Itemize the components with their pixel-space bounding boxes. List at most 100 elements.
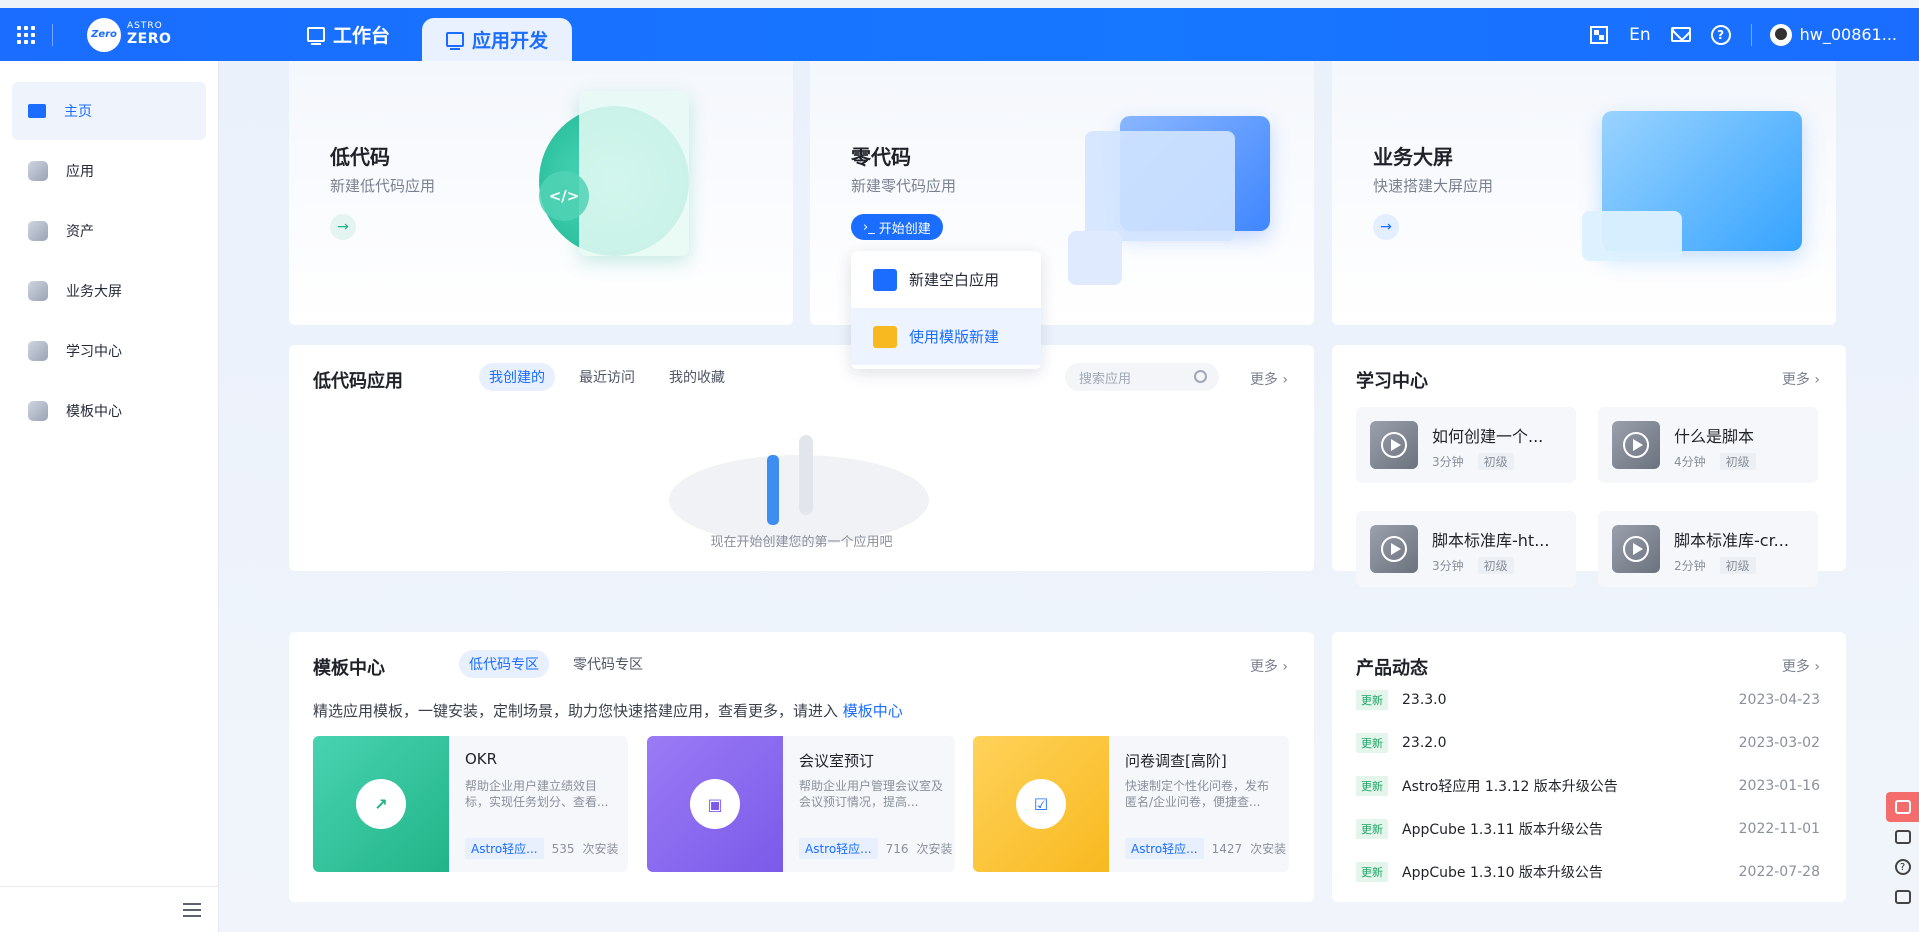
duration: 2分钟 [1674,559,1706,573]
learning-title: 什么是脚本 [1674,427,1755,446]
sidebar-item-label: 资产 [66,224,94,240]
panel-title: 模板中心 [313,658,385,679]
hero-subtitle: 快速搭建大屏应用 [1373,177,1494,195]
help-icon: ? [1710,24,1731,45]
template-center-link[interactable]: 模板中心 [843,702,903,720]
feedback-button[interactable] [1886,792,1919,822]
language-switch[interactable]: En [1629,25,1651,45]
news-item[interactable]: 更新 23.2.0 2023-03-02 [1356,729,1820,757]
update-badge: 更新 [1356,690,1388,710]
vendor-badge: Astro轻应... [799,838,878,859]
search-input[interactable]: 搜索应用 [1065,363,1219,391]
avatar [1769,23,1792,46]
sidebar-item-home[interactable]: 主页 [12,82,206,140]
sidebar-item-dashboard[interactable]: 业务大屏 [12,262,206,320]
tab-nocode-zone[interactable]: 零代码专区 [563,650,653,678]
empty-state-text: 现在开始创建您的第一个应用吧 [710,535,893,550]
install-unit: 次安装 [582,842,619,856]
divider [52,23,53,46]
arrow-right-icon[interactable]: → [1373,214,1399,240]
lowcode-apps-panel: 低代码应用 我创建的 最近访问 我的收藏 搜索应用 更多 › 现在开始创建您的第… [289,345,1314,571]
tab-created[interactable]: 我创建的 [479,363,555,391]
template-card-okr[interactable]: ↗ OKR 帮助企业用户建立绩效目标，实现任务划分、查看... Astro轻应.… [313,736,628,872]
grid-tile-illustration [1068,231,1122,285]
code-bracket-icon: </> [539,171,589,221]
learning-card[interactable]: 什么是脚本 4分钟 初级 [1598,407,1818,483]
hero-card-lowcode[interactable]: </> 低代码 新建低代码应用 → [289,61,793,325]
hero-card-dashboard[interactable]: 业务大屏 快速搭建大屏应用 → [1332,61,1836,325]
news-title: Astro轻应用 1.3.12 版本升级公告 [1402,779,1618,795]
level-badge: 初级 [1719,453,1756,470]
learning-card[interactable]: 脚本标准库-cr... 2分钟 初级 [1598,511,1818,587]
search-icon [1194,370,1207,383]
news-item[interactable]: 更新 Astro轻应用 1.3.12 版本升级公告 2023-01-16 [1356,772,1820,800]
user-menu[interactable]: hw_00861... [1750,23,1897,46]
panel-title: 学习中心 [1356,371,1428,392]
tab-lowcode-zone[interactable]: 低代码专区 [459,650,549,678]
more-link[interactable]: 更多 › [1250,369,1288,389]
mail-button[interactable] [1670,25,1691,45]
qr-code-button[interactable] [1589,25,1609,45]
learning-title: 脚本标准库-cr... [1674,531,1789,550]
install-unit: 次安装 [1250,842,1287,856]
tab-workbench[interactable]: 工作台 [287,8,410,61]
sidebar-item-templates[interactable]: 模板中心 [12,382,206,440]
grid-icon [17,25,35,44]
tab-workbench-label: 工作台 [333,25,391,47]
learning-card[interactable]: 脚本标准库-ht... 3分钟 初级 [1356,511,1576,587]
username: hw_00861... [1799,25,1897,44]
monitor-icon [307,27,325,45]
help-float-button[interactable]: ? [1886,852,1919,882]
sidebar-item-learning[interactable]: 学习中心 [12,322,206,380]
news-title: 23.3.0 [1402,692,1447,708]
templates-panel: 模板中心 低代码专区 零代码专区 更多 › 精选应用模板，一键安装，定制场景，助… [289,632,1314,902]
template-art: ☑ [973,736,1109,872]
menu-item-from-template[interactable]: 使用模版新建 [851,308,1041,365]
learning-card[interactable]: 如何创建一个... 3分钟 初级 [1356,407,1576,483]
tab-app-dev-label: 应用开发 [472,30,549,52]
stat-card-illustration [1582,211,1682,261]
more-link[interactable]: 更多 › [1782,369,1820,389]
tab-app-dev[interactable]: 应用开发 [422,18,573,61]
template-card-survey[interactable]: ☑ 问卷调查[高阶] 快速制定个性化问卷，发布匿名/企业问卷，便捷查... As… [973,736,1289,872]
sidebar-item-apps[interactable]: 应用 [12,142,206,200]
sidebar-item-label: 模板中心 [66,404,122,420]
start-create-button[interactable]: ›_ 开始创建 [851,214,943,240]
apps-icon [28,161,48,181]
home-icon [28,104,46,118]
more-link[interactable]: 更多 › [1782,656,1820,676]
more-link[interactable]: 更多 › [1250,656,1288,676]
tab-recent[interactable]: 最近访问 [569,363,645,391]
template-art: ↗ [313,736,449,872]
product-news-panel: 产品动态 更多 › 更新 23.3.0 2023-04-23 更新 23.2.0 202… [1332,632,1846,902]
edit-float-button[interactable] [1886,882,1919,912]
hero-subtitle: 新建零代码应用 [851,177,957,195]
level-badge: 初级 [1477,453,1514,470]
sidebar-item-label: 主页 [64,104,92,120]
sidebar-footer [0,886,219,932]
intro-text: 精选应用模板，一键安装，定制场景，助力您快速搭建应用，查看更多，请进入 [313,702,839,720]
template-name: OKR [465,750,498,768]
video-thumbnail [1612,525,1660,573]
template-art: ▣ [647,736,783,872]
logo[interactable]: Zero ASTRO ZERO [87,17,237,52]
sidebar-item-assets[interactable]: 资产 [12,202,206,260]
sidebar-item-label: 学习中心 [66,344,122,360]
tab-favorites[interactable]: 我的收藏 [659,363,735,391]
learning-icon [28,341,48,361]
news-item[interactable]: 更新 23.3.0 2023-04-23 [1356,686,1820,714]
template-icon [873,325,897,348]
news-item[interactable]: 更新 AppCube 1.3.11 版本升级公告 2022-11-01 [1356,815,1820,843]
top-strip [0,0,1919,8]
collapse-icon[interactable] [183,903,201,917]
menu-item-blank-app[interactable]: 新建空白应用 [851,251,1041,308]
help-button[interactable]: ? [1710,24,1731,45]
news-item[interactable]: 更新 AppCube 1.3.10 版本升级公告 2022-07-28 [1356,858,1820,886]
arrow-right-icon[interactable]: → [330,214,356,240]
app-grid-button[interactable] [0,8,52,61]
template-card-meeting[interactable]: ▣ 会议室预订 帮助企业用户管理会议室及会议预订情况，提高... Astro轻应… [647,736,955,872]
level-badge: 初级 [1719,557,1756,574]
chart-line-icon: ↗ [356,779,406,829]
install-count: 1427 [1211,841,1243,856]
support-button[interactable] [1886,822,1919,852]
